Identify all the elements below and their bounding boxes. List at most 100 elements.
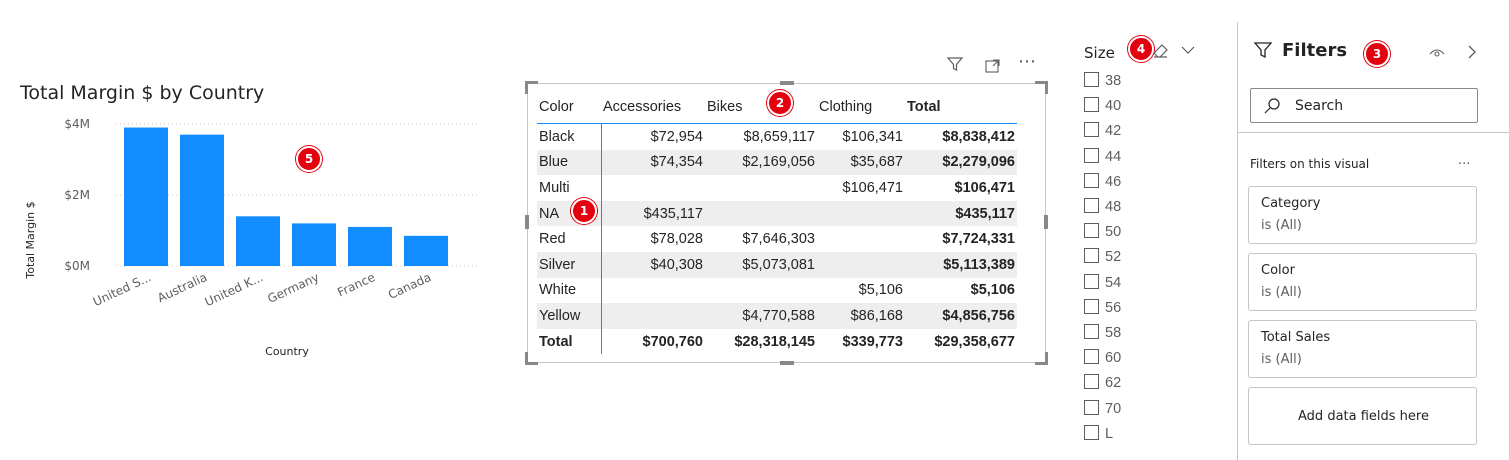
slicer-item[interactable]: 40 (1084, 97, 1121, 114)
slicer-item[interactable]: 38 (1084, 72, 1121, 89)
filter-icon[interactable] (946, 55, 964, 77)
filter-card-color[interactable]: Color is (All) (1248, 253, 1477, 311)
matrix-row[interactable]: Multi $106,471 $106,471 (537, 175, 1017, 201)
matrix-cell[interactable]: $2,279,096 (905, 149, 1017, 176)
column-header[interactable]: Bikes (705, 91, 817, 124)
matrix-cell[interactable]: $7,646,303 (705, 226, 817, 252)
checkbox[interactable] (1084, 248, 1099, 264)
add-data-fields-well[interactable]: Add data fields here (1248, 387, 1477, 445)
collapse-pane-icon[interactable] (1466, 43, 1478, 65)
matrix-row[interactable]: White $5,106 $5,106 (537, 277, 1017, 304)
checkbox[interactable] (1084, 122, 1099, 138)
checkbox[interactable] (1084, 147, 1099, 163)
matrix-cell[interactable]: $435,117 (905, 200, 1017, 227)
resize-handle[interactable] (780, 81, 794, 85)
matrix-cell[interactable]: $106,471 (905, 175, 1017, 201)
checkbox[interactable] (1084, 349, 1099, 365)
matrix-cell[interactable] (601, 278, 705, 304)
matrix-cell[interactable] (705, 200, 817, 227)
resize-handle[interactable] (1035, 352, 1048, 365)
row-header-cell[interactable]: Yellow (537, 303, 602, 329)
matrix-total-row[interactable]: Total $700,760 $28,318,145 $339,773 $29,358,… (537, 328, 1017, 355)
column-header[interactable]: Color (537, 91, 601, 124)
row-header-cell[interactable]: Red (537, 226, 602, 252)
filter-search-input[interactable]: Search (1250, 88, 1478, 123)
matrix-cell[interactable]: $86,168 (817, 303, 905, 329)
matrix-cell[interactable]: $35,687 (817, 149, 905, 176)
matrix-cell[interactable]: $5,106 (905, 278, 1017, 304)
slicer-item[interactable]: 44 (1084, 147, 1121, 165)
slicer-item[interactable]: 48 (1084, 198, 1121, 215)
bar[interactable] (180, 134, 224, 266)
matrix-cell[interactable]: $106,471 (817, 175, 905, 201)
row-header-cell[interactable]: Multi (537, 175, 602, 201)
matrix-cell[interactable]: $8,838,412 (905, 124, 1017, 150)
checkbox[interactable] (1084, 324, 1099, 339)
matrix-cell[interactable] (705, 278, 817, 304)
matrix-cell[interactable] (817, 226, 905, 252)
row-header-cell[interactable]: Silver (537, 251, 602, 278)
resize-handle[interactable] (1044, 215, 1048, 229)
matrix-cell[interactable]: $8,659,117 (705, 124, 817, 150)
row-header-cell[interactable]: Blue (537, 149, 602, 176)
matrix-row[interactable]: Yellow $4,770,588 $86,168 $4,856,756 (537, 303, 1017, 329)
matrix-cell[interactable]: $78,028 (601, 226, 705, 252)
bar[interactable] (292, 223, 336, 266)
checkbox[interactable] (1084, 172, 1099, 188)
row-header-cell[interactable]: White (537, 277, 602, 304)
matrix-row[interactable]: NA $435,117 $435,117 (537, 200, 1017, 227)
slicer-item[interactable]: 58 (1084, 324, 1121, 341)
checkbox[interactable] (1084, 273, 1099, 289)
matrix-cell[interactable]: $5,073,081 (705, 251, 817, 278)
column-header[interactable]: Accessories (601, 91, 705, 124)
matrix-row[interactable]: Silver $40,308 $5,073,081 $5,113,389 (537, 251, 1017, 278)
matrix-row[interactable]: Black $72,954 $8,659,117 $106,341 $8,838,412 (537, 123, 1017, 150)
bar-chart[interactable]: $0M $2M $4M United S... AustraliaUnited K..… (0, 110, 500, 370)
checkbox[interactable] (1084, 223, 1099, 239)
more-options-icon[interactable]: ⋯ (1018, 51, 1036, 72)
checkbox[interactable] (1084, 298, 1099, 314)
matrix-cell[interactable] (817, 200, 905, 227)
matrix-cell[interactable]: $2,169,056 (705, 149, 817, 176)
matrix-cell[interactable] (601, 175, 705, 201)
slicer-item[interactable]: 52 (1084, 248, 1121, 265)
slicer-item[interactable]: 42 (1084, 122, 1121, 139)
bar[interactable] (124, 127, 168, 266)
slicer-item[interactable]: 62 (1084, 374, 1121, 391)
focus-mode-icon[interactable] (984, 57, 1002, 79)
matrix-cell[interactable]: $40,308 (601, 251, 705, 278)
eye-icon[interactable] (1428, 44, 1446, 63)
checkbox[interactable] (1084, 374, 1099, 390)
checkbox[interactable] (1084, 72, 1099, 87)
matrix-cell[interactable]: $5,106 (817, 278, 905, 304)
filter-card-category[interactable]: Category is (All) (1248, 186, 1477, 244)
matrix-cell[interactable] (817, 251, 905, 278)
slicer-item[interactable]: 60 (1084, 349, 1121, 366)
column-header[interactable]: Clothing (817, 91, 905, 124)
matrix-visual[interactable]: Color Accessories Bikes Clothing Total B… (525, 81, 1048, 365)
slicer-item[interactable]: L (1084, 424, 1113, 442)
more-options-icon[interactable]: ... (1458, 153, 1470, 168)
checkbox[interactable] (1084, 424, 1099, 440)
slicer-item[interactable]: 46 (1084, 172, 1121, 190)
column-header[interactable]: Total (905, 91, 1017, 124)
resize-handle[interactable] (780, 361, 794, 365)
bar[interactable] (404, 235, 448, 266)
filter-card-total-sales[interactable]: Total Sales is (All) (1248, 320, 1477, 378)
slicer-item[interactable]: 54 (1084, 273, 1121, 291)
matrix-row[interactable]: Blue $74,354 $2,169,056 $35,687 $2,279,096 (537, 149, 1017, 176)
matrix-row[interactable]: Red $78,028 $7,646,303 $7,724,331 (537, 226, 1017, 252)
matrix-cell[interactable]: $72,954 (601, 124, 705, 150)
matrix-cell[interactable]: $4,856,756 (905, 303, 1017, 329)
checkbox[interactable] (1084, 198, 1099, 213)
matrix-cell[interactable]: $7,724,331 (905, 226, 1017, 252)
slicer-item[interactable]: 56 (1084, 298, 1121, 316)
eraser-icon[interactable] (1152, 42, 1170, 64)
checkbox[interactable] (1084, 97, 1099, 113)
matrix-cell[interactable] (601, 303, 705, 329)
matrix-cell[interactable]: $435,117 (601, 200, 705, 227)
slicer-item[interactable]: 50 (1084, 223, 1121, 240)
row-header-cell[interactable]: Black (537, 123, 602, 150)
matrix-cell[interactable]: $106,341 (817, 124, 905, 150)
matrix-cell[interactable]: $5,113,389 (905, 251, 1017, 278)
